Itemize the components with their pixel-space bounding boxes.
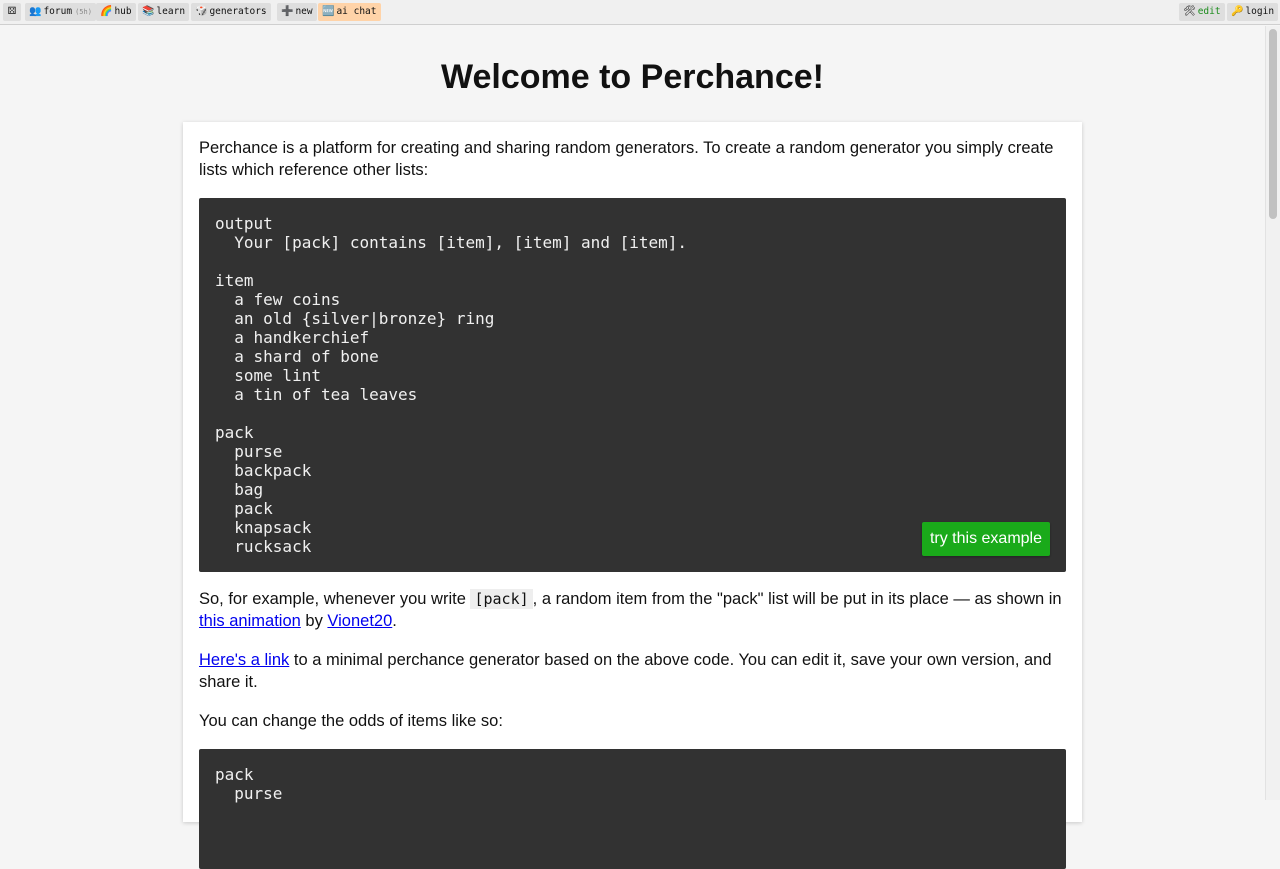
explanation-text-3: by	[300, 612, 328, 630]
code-line: pack	[215, 423, 254, 442]
explanation-text-2: , a random item from the "pack" list wil…	[532, 590, 1062, 608]
odds-code-block: pack purse	[199, 749, 1066, 869]
key-icon: 🔑	[1231, 6, 1244, 17]
generators-button[interactable]: 🎲 generators	[191, 3, 271, 21]
new-label: new	[295, 6, 313, 17]
code-line: a few coins	[215, 290, 341, 309]
code-line: pack	[215, 765, 254, 784]
login-button[interactable]: 🔑 login	[1227, 3, 1279, 21]
code-line: pack	[215, 499, 273, 518]
link-paragraph-text: to a minimal perchance generator based o…	[199, 651, 1052, 691]
hub-button[interactable]: 🌈 hub	[96, 3, 136, 21]
tools-icon: 🛠	[1183, 6, 1196, 17]
code-line: backpack	[215, 461, 312, 480]
inline-code-pack: [pack]	[470, 589, 533, 609]
plus-icon: ➕	[281, 6, 294, 17]
forum-label: forum	[43, 6, 73, 17]
code-line: a tin of tea leaves	[215, 385, 418, 404]
people-icon: 👥	[29, 6, 42, 17]
login-label: login	[1245, 6, 1275, 17]
animation-link[interactable]: this animation	[199, 612, 301, 630]
code-line: purse	[215, 784, 283, 803]
code-line: purse	[215, 442, 283, 461]
explanation-paragraph: So, for example, whenever you write [pac…	[199, 588, 1066, 632]
minimal-generator-link[interactable]: Here's a link	[199, 651, 289, 669]
code-lines: pack purse	[215, 765, 1050, 803]
dice-icon: ⚄	[7, 6, 17, 17]
new-button[interactable]: ➕ new	[277, 3, 317, 21]
author-link[interactable]: Vionet20	[327, 612, 392, 630]
rainbow-icon: 🌈	[100, 6, 113, 17]
code-line: output	[215, 214, 273, 233]
ai-chat-button[interactable]: 🆕 ai chat	[318, 3, 381, 21]
code-lines: output Your [pack] contains [item], [ite…	[215, 214, 1050, 556]
code-line: item	[215, 271, 254, 290]
link-paragraph: Here's a link to a minimal perchance gen…	[199, 649, 1066, 693]
new-badge-icon: 🆕	[322, 6, 335, 17]
dice-menu-button[interactable]: ⚄	[3, 3, 21, 21]
intro-paragraph: Perchance is a platform for creating and…	[199, 139, 1054, 179]
code-line: bag	[215, 480, 264, 499]
odds-paragraph: You can change the odds of items like so…	[199, 712, 503, 730]
edit-button[interactable]: 🛠 edit	[1179, 3, 1225, 21]
code-line: a shard of bone	[215, 347, 379, 366]
learn-button[interactable]: 📚 learn	[138, 3, 190, 21]
forum-button[interactable]: 👥 forum (5h)	[25, 3, 96, 21]
top-nav-bar: ⚄ 👥 forum (5h) 🌈 hub 📚 learn 🎲 generator…	[0, 0, 1280, 25]
try-example-button[interactable]: try this example	[921, 522, 1050, 556]
explanation-text-4: .	[392, 612, 397, 630]
edit-label: edit	[1197, 6, 1221, 17]
page-title: Welcome to Perchance!	[441, 58, 824, 96]
code-line: an old {silver|bronze} ring	[215, 309, 495, 328]
code-line: some lint	[215, 366, 321, 385]
ai-chat-label: ai chat	[336, 6, 377, 17]
code-line: a handkerchief	[215, 328, 370, 347]
forum-badge: (5h)	[75, 8, 92, 16]
books-icon: 📚	[142, 6, 155, 17]
example-code-block: output Your [pack] contains [item], [ite…	[199, 198, 1066, 572]
code-line: Your [pack] contains [item], [item] and …	[215, 233, 688, 252]
die-icon: 🎲	[195, 6, 208, 17]
vertical-scrollbar[interactable]	[1265, 26, 1280, 800]
learn-label: learn	[156, 6, 186, 17]
generators-label: generators	[209, 6, 267, 17]
content-card: Perchance is a platform for creating and…	[183, 122, 1082, 869]
hub-label: hub	[114, 6, 132, 17]
scrollbar-thumb[interactable]	[1269, 29, 1277, 219]
explanation-text-1: So, for example, whenever you write	[199, 590, 471, 608]
